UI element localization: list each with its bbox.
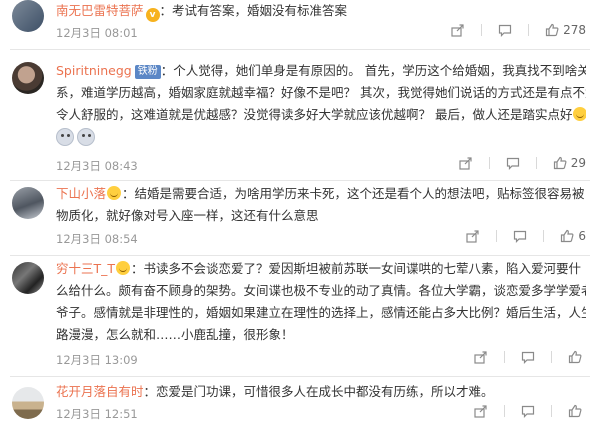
comment-button[interactable] [498,23,512,37]
comment-button[interactable] [521,350,535,364]
comment-item: 花开月落自有时：恋爱是门功课，可惜很多人在成长中都没有历练，所以才难。 12月3… [0,381,600,427]
smile-emoji-icon [573,107,586,121]
divider [551,351,552,363]
comment-icon [498,24,512,37]
username-link[interactable]: Spiritninegg [56,63,132,78]
timestamp: 12月3日 08:54 [56,232,138,246]
divider [528,24,530,36]
share-icon [459,157,472,170]
avatar[interactable] [12,0,44,32]
share-button[interactable] [474,350,488,364]
comment-meta: 12月3日 12:51 [56,404,586,424]
divider [10,180,590,181]
comment-content: ：结婚是需要合适，为啥用学历来卡死，这个还是看个人的想法吧，贴标签很容易被 [122,186,585,201]
divider [10,376,590,377]
timestamp: 12月3日 12:51 [56,407,138,421]
comment-meta: 12月3日 08:54 6 [56,229,586,249]
comment-item: 穷十三T_T ：书读多不会谈恋爱了？爱因斯坦被前苏联一女间谍哄的七荤八素，陷入爱河… [0,258,600,372]
comment-text: 令人舒服的，这难道就是优越感？没觉得读多好大学就应该优越啊？ 最后，做人还是踏实… [56,104,586,126]
divider [535,157,537,169]
medal-emoji-icon [107,186,122,200]
divider [10,49,590,50]
like-count: 6 [578,229,586,243]
verified-badge-icon: v [145,8,160,22]
divider [496,230,498,242]
like-button[interactable]: 29 [553,156,586,170]
comment-meta: 12月3日 13:09 [56,350,586,370]
like-icon [561,229,574,243]
comment-text: 穷十三T_T ：书读多不会谈恋爱了？爱因斯坦被前苏联一女间谍哄的七荤八素，陷入爱河… [56,258,586,280]
share-button[interactable] [466,229,480,243]
like-icon [568,404,582,418]
avatar[interactable] [12,262,44,294]
comment-meta: 12月3日 08:01 278 [56,23,586,43]
username-link[interactable]: 南无巴雷特菩萨 [56,3,144,18]
comment-content: 么给什么。颇有奋不顾身的架势。女间谍也极不专业的动了真情。各位大学霸，谈恋爱多学… [56,283,586,298]
divider [504,405,505,417]
share-icon [466,230,479,243]
comment-text: 南无巴雷特菩萨 v ：考试有答案，婚姻没有标准答案 [56,0,586,22]
face-emoji-icon [56,128,74,146]
divider [10,255,590,256]
comment-content: ：考试有答案，婚姻没有标准答案 [159,3,348,18]
comment-content: 令人舒服的，这难道就是优越感？没觉得读多好大学就应该优越啊？ 最后，做人还是踏实… [56,107,573,122]
share-icon [474,351,487,364]
comment-icon [514,230,527,243]
emoji-row [56,126,586,148]
comment-content: 爷子。感情就是非理性的，婚姻如果建立在理性的选择上，感情还能占多大比例？婚后生活… [56,305,586,320]
comment-text: 花开月落自有时：恋爱是门功课，可惜很多人在成长中都没有历练，所以才难。 [56,381,586,403]
comment-item: 南无巴雷特菩萨 v ：考试有答案，婚姻没有标准答案 12月3日 08:01 278 [0,0,600,45]
share-icon [474,405,487,418]
like-count: 29 [570,156,586,170]
comment-item: 下山小落 ：结婚是需要合适，为啥用学历来卡死，这个还是看个人的想法吧，贴标签很容易… [0,183,600,251]
comment-icon [506,157,519,170]
comment-content: 系，难道学历越高，婚姻家庭就越幸福？好像不是吧？ 其次，我觉得她们说话的方式还是… [56,85,586,100]
comment-content: ：个人觉得，她们单身是有原因的。 首先，学历这个给婚姻，我真找不到啥关 [160,63,586,78]
timestamp: 12月3日 13:09 [56,353,138,367]
comment-content: ：书读多不会谈恋爱了？爱因斯坦被前苏联一女间谍哄的七荤八素，陷入爱河要什 [131,261,582,276]
comment-icon [521,405,535,418]
fan-badge: 铁粉 [134,65,161,79]
timestamp: 12月3日 08:43 [56,159,138,173]
username-link[interactable]: 穷十三T_T [56,261,115,276]
like-button[interactable]: 278 [545,23,586,37]
username-link[interactable]: 花开月落自有时 [56,384,144,399]
comment-content: 路漫漫，怎么就和……小鹿乱撞，很形象！ [56,327,294,342]
comment-button[interactable] [513,229,527,243]
comment-meta: 12月3日 08:43 29 [56,156,586,176]
like-icon [568,350,582,364]
medal-emoji-icon [116,261,131,275]
comment-text: 下山小落 ：结婚是需要合适，为啥用学历来卡死，这个还是看个人的想法吧，贴标签很容易… [56,183,586,205]
username-link[interactable]: 下山小落 [56,186,106,201]
like-button[interactable] [568,350,586,364]
share-button[interactable] [459,156,473,170]
share-button[interactable] [451,23,465,37]
avatar[interactable] [12,187,44,219]
divider [504,351,505,363]
like-icon [545,23,559,37]
comment-button[interactable] [506,156,520,170]
comment-content: 物质化，就好像对号入座一样，这还有什么意思 [56,208,319,223]
comment-text: Spiritninegg 铁粉 ：个人觉得，她们单身是有原因的。 首先，学历这个给婚… [56,60,586,82]
timestamp: 12月3日 08:01 [56,26,138,40]
comment-item: Spiritninegg 铁粉 ：个人觉得，她们单身是有原因的。 首先，学历这个给婚… [0,60,600,180]
divider [543,230,545,242]
divider [551,405,552,417]
avatar[interactable] [12,387,44,419]
like-count: 278 [563,23,586,37]
comment-icon [521,351,535,364]
share-icon [451,24,464,37]
like-button[interactable]: 6 [560,229,586,243]
comment-content: ：恋爱是门功课，可惜很多人在成长中都没有历练，所以才难。 [143,384,494,399]
divider [488,157,490,169]
comment-button[interactable] [521,404,535,418]
like-button[interactable] [568,404,586,418]
avatar[interactable] [12,62,44,94]
face-emoji-icon [77,128,95,146]
like-icon [553,156,567,170]
share-button[interactable] [474,404,488,418]
divider [481,24,483,36]
